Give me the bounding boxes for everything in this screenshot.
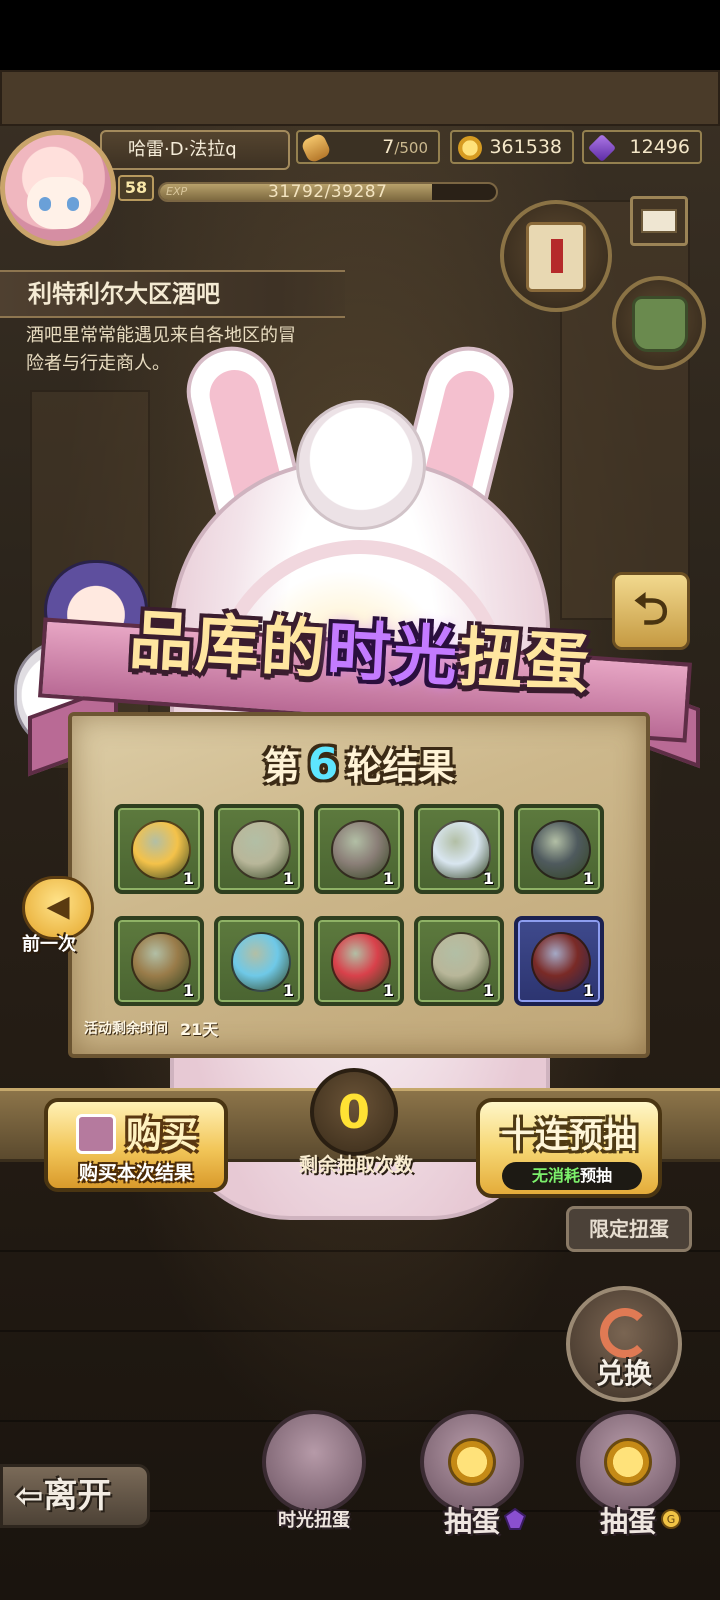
mail-button[interactable] [630, 196, 688, 246]
egg-icon [604, 1438, 652, 1486]
event-title-part: 扭蛋 [456, 621, 593, 703]
result-panel: 第 6 轮结果 1 1 1 1 1 1 1 1 1 1 活动剩余时间 21天 [68, 712, 650, 1058]
item-quantity: 1 [482, 869, 494, 888]
svg-text:G: G [667, 1513, 676, 1526]
item-quantity: 1 [282, 981, 294, 1000]
round-suffix: 轮结果 [346, 747, 455, 788]
item-quantity: 1 [482, 981, 494, 1000]
leave-button[interactable]: ⇦离开 [0, 1464, 150, 1528]
item-quantity: 1 [382, 981, 394, 1000]
exchange-button[interactable]: 兑换 [566, 1286, 682, 1402]
avatar-eye [67, 197, 79, 211]
item-quantity: 1 [282, 869, 294, 888]
bread-icon [300, 132, 332, 164]
triangle-left-icon: ◀ [46, 889, 70, 924]
gold-coin-icon [458, 136, 482, 160]
item-quantity: 1 [182, 869, 194, 888]
backpack-button[interactable] [612, 276, 706, 370]
swap-icon [600, 1308, 650, 1358]
stamina-max: /500 [394, 139, 428, 157]
event-title-part: 品库的 [127, 603, 329, 689]
ceiling-beam [0, 70, 720, 126]
result-item-slot[interactable]: 1 [314, 804, 404, 894]
arrow-left-icon: ⇦ [15, 1476, 44, 1516]
player-level: 58 [118, 175, 154, 201]
gold-coin-icon: G [661, 1509, 681, 1529]
result-item-slot[interactable]: 1 [314, 916, 404, 1006]
result-item-slot[interactable]: 1 [214, 804, 304, 894]
round-number: 6 [307, 739, 339, 790]
tab-label: 时光扭蛋 [278, 1510, 350, 1531]
item-quantity: 1 [382, 869, 394, 888]
round-title: 第 6 轮结果 [72, 738, 646, 790]
egg-icon [448, 1438, 496, 1486]
return-button[interactable]: ⮌ [612, 572, 690, 650]
exchange-label: 兑换 [595, 1357, 652, 1390]
scroll-icon [526, 222, 586, 292]
gacha-emblem-icon [76, 1114, 116, 1154]
item-quantity: 1 [582, 869, 594, 888]
exp-value: 31792/39287 [268, 182, 388, 202]
item-quantity: 1 [582, 981, 594, 1000]
buy-button-subtitle: 购买本次结果 [78, 1162, 193, 1184]
remaining-draws-counter: 0 [310, 1068, 398, 1156]
stamina-counter[interactable]: 7/500 [296, 130, 440, 164]
avatar-eye [39, 197, 51, 211]
quest-scroll-button[interactable] [500, 200, 612, 312]
backpack-icon [632, 296, 688, 352]
result-item-slot[interactable]: 1 [414, 916, 504, 1006]
event-time-value: 21天 [180, 1020, 219, 1039]
ten-draw-preview-button[interactable]: 十连预抽 无消耗预抽 [476, 1098, 662, 1198]
avatar-face [27, 177, 91, 229]
result-item-slot[interactable]: 1 [514, 804, 604, 894]
remaining-draws-label: 剩余抽取次数 [298, 1154, 413, 1176]
purple-gem-icon [587, 133, 617, 163]
exp-bar: EXP 31792/39287 [158, 182, 498, 202]
previous-label: 前一次 [22, 934, 76, 955]
item-quantity: 1 [182, 981, 194, 1000]
bunny-mascot [296, 400, 426, 530]
tab-gem-draw[interactable]: 抽蛋 [410, 1400, 534, 1540]
purple-gem-icon [504, 1508, 526, 1530]
ten-draw-preview-label: 预抽 [580, 1166, 613, 1185]
buy-button[interactable]: 购买 购买本次结果 [44, 1098, 228, 1192]
gem-value: 12496 [629, 136, 690, 158]
location-title: 利特利尔大区酒吧 [0, 270, 345, 318]
leave-label: 离开 [43, 1476, 112, 1516]
result-item-slot[interactable]: 1 [114, 916, 204, 1006]
exp-label: EXP [166, 185, 188, 198]
ten-draw-free-label: 无消耗 [531, 1166, 580, 1185]
ten-draw-subtitle: 无消耗预抽 [502, 1162, 642, 1190]
result-grid: 1 1 1 1 1 1 1 1 1 1 [114, 804, 606, 1008]
result-item-slot[interactable]: 1 [214, 916, 304, 1006]
result-item-slot[interactable]: 1 [514, 916, 604, 1006]
time-gacha-icon [262, 1410, 366, 1514]
gold-counter[interactable]: 361538 [450, 130, 574, 164]
player-name: 哈雷·D·法拉q [100, 130, 290, 170]
gold-value: 361538 [489, 136, 562, 158]
result-item-slot[interactable]: 1 [414, 804, 504, 894]
result-item-slot[interactable]: 1 [114, 804, 204, 894]
player-avatar[interactable] [0, 130, 116, 246]
location-description-line: 酒吧里常常能遇见来自各地区的冒 [26, 325, 296, 346]
envelope-icon [641, 209, 677, 233]
event-time-label: 活动剩余时间 [84, 1021, 168, 1037]
stamina-value: 7 [382, 136, 395, 158]
event-title-highlight: 时光 [325, 614, 461, 696]
round-prefix: 第 [263, 747, 300, 788]
tab-gold-draw[interactable]: 抽蛋 G [566, 1400, 690, 1540]
ten-draw-title: 十连预抽 [501, 1116, 637, 1156]
status-bar [0, 0, 720, 70]
limited-gacha-button[interactable]: 限定扭蛋 [566, 1206, 692, 1252]
buy-button-title: 购买 [126, 1115, 199, 1156]
gem-counter[interactable]: 12496 [582, 130, 702, 164]
tab-time-gacha[interactable]: 时光扭蛋 [252, 1400, 376, 1540]
